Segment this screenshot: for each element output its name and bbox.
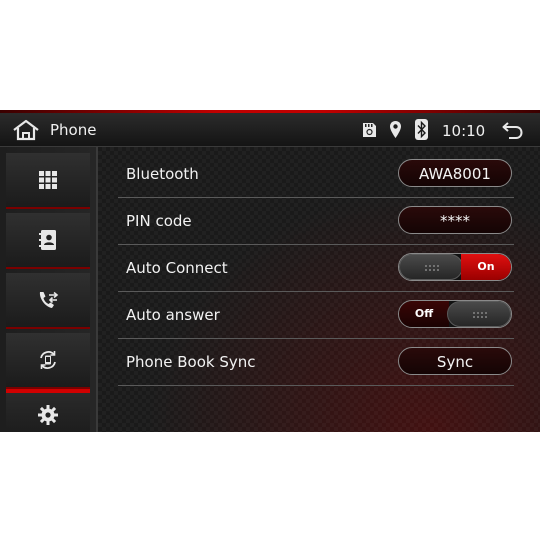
pin-code-button[interactable]: ****	[398, 206, 512, 234]
contacts-book-icon	[39, 230, 56, 250]
phone-settings-panel: Bluetooth AWA8001 PIN code **** Auto Con…	[98, 147, 540, 432]
location-icon	[390, 121, 401, 138]
bluetooth-icon	[415, 119, 428, 140]
sidebar-item-contacts[interactable]	[6, 213, 90, 269]
sidebar-item-phone-sync[interactable]	[6, 333, 90, 389]
toggle-state-label: Off	[399, 301, 449, 327]
sync-button[interactable]: Sync	[398, 347, 512, 375]
sd-card-icon	[363, 123, 376, 137]
head-unit-screen: Phone 10:10 Bluetooth AWA8001 PIN code *…	[0, 110, 540, 432]
clock: 10:10	[442, 122, 486, 140]
phone-book-sync-row: Phone Book Sync Sync	[118, 339, 514, 386]
phone-sync-icon	[40, 351, 56, 369]
pin-code-row: PIN code ****	[118, 198, 514, 245]
sidebar	[0, 147, 98, 432]
bluetooth-name-button[interactable]: AWA8001	[398, 159, 512, 187]
pin-code-label: PIN code	[126, 212, 192, 230]
gear-icon	[38, 404, 58, 425]
bluetooth-label: Bluetooth	[126, 165, 199, 183]
apps-grid-icon	[39, 171, 57, 189]
phone-book-sync-label: Phone Book Sync	[126, 353, 256, 371]
back-icon[interactable]	[500, 120, 524, 140]
auto-answer-label: Auto answer	[126, 306, 220, 324]
auto-connect-toggle[interactable]: On	[398, 253, 512, 281]
auto-connect-label: Auto Connect	[126, 259, 228, 277]
call-log-icon	[39, 291, 59, 308]
status-bar: Phone 10:10	[0, 113, 540, 147]
home-icon[interactable]	[12, 119, 40, 141]
auto-answer-row: Auto answer Off	[118, 292, 514, 339]
toggle-knob[interactable]	[399, 254, 463, 280]
auto-connect-row: Auto Connect On	[118, 245, 514, 292]
sidebar-item-call-log[interactable]	[6, 273, 90, 329]
auto-answer-toggle[interactable]: Off	[398, 300, 512, 328]
sidebar-item-settings[interactable]	[6, 389, 90, 432]
sidebar-item-apps[interactable]	[6, 153, 90, 209]
toggle-state-label: On	[461, 254, 511, 280]
toggle-knob[interactable]	[447, 301, 511, 327]
bluetooth-row: Bluetooth AWA8001	[118, 151, 514, 198]
page-title: Phone	[50, 121, 97, 139]
